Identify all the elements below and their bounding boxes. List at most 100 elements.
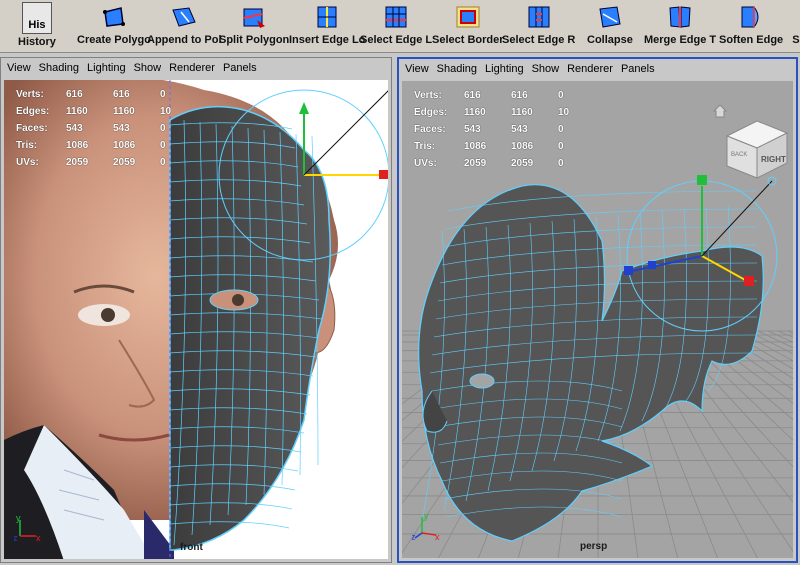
hud-row: Faces: 543 543 0 [16,120,180,137]
viewport-front[interactable]: Verts: 616 616 0 Edges: 1160 1160 10 Faces: 543 54… [4,80,388,559]
menu-show[interactable]: Show [532,63,560,75]
hud-value: 543 [464,124,481,135]
shelf-button-history[interactable]: His History [18,2,56,51]
menu-shading[interactable]: Shading [39,62,79,74]
hud-row: Edges: 1160 1160 10 [414,104,578,121]
menu-show[interactable]: Show [134,62,162,74]
camera-label-persp: persp [580,541,608,552]
panel-menubar: View Shading Lighting Show Renderer Pane… [1,58,391,78]
hud-row: Verts: 616 616 0 [16,86,180,103]
append-polygon-icon [171,2,197,32]
hud-value: 1160 [66,106,88,117]
hud-label: Faces: [16,123,48,134]
panel-menubar: View Shading Lighting Show Renderer Pane… [399,59,796,79]
collapse-icon [597,2,623,32]
svg-text:z: z [412,532,416,541]
polygon-shelf: His History Create Polygo Append to Pol … [0,0,800,53]
hud-value: 10 [558,107,570,118]
hud-row: UVs: 2059 2059 0 [16,154,180,171]
hud-value: 616 [464,90,481,101]
panel-persp[interactable]: View Shading Lighting Show Renderer Pane… [397,57,798,563]
select-border-icon [455,2,481,32]
hud-value: 616 [113,89,130,100]
hud-label: Tris: [414,141,436,152]
hud-value: 0 [160,157,166,168]
menu-renderer[interactable]: Renderer [169,62,215,74]
hud-value: 0 [160,89,166,100]
hud-value: 2059 [66,157,89,168]
hud-value: 1160 [464,107,486,118]
menu-renderer[interactable]: Renderer [567,63,613,75]
axis-indicator-persp: y z x [411,511,442,546]
menu-shading[interactable]: Shading [437,63,477,75]
svg-text:x: x [435,532,440,541]
soften-edge-icon [738,2,764,32]
hud-value: 2059 [464,158,487,169]
panel-front[interactable]: View Shading Lighting Show Renderer Pane… [0,57,392,563]
hud-value: 0 [558,90,564,101]
shelf-button-select-border[interactable]: Select Border [432,2,504,51]
hud-label: UVs: [16,157,39,168]
select-edge-loop-icon [383,2,409,32]
hud-label: Edges: [414,107,448,118]
hud-value: 616 [66,89,83,100]
hud-value: 10 [160,106,172,117]
hud-value: 1086 [464,141,487,152]
menu-lighting[interactable]: Lighting [485,63,524,75]
shelf-button-collapse[interactable]: Collapse [587,2,633,51]
menu-lighting[interactable]: Lighting [87,62,126,74]
polygon-mesh-persp [418,184,764,542]
hud-value: 543 [66,123,83,134]
hud-row: UVs: 2059 2059 0 [414,155,578,172]
hud-label: Verts: [414,90,442,101]
hud-value: 1086 [113,140,136,151]
axis-indicator-front: y z x [13,512,44,547]
hud-value: 1160 [511,107,533,118]
view-cube[interactable]: RIGHT BACK [725,120,789,179]
hud-value: 543 [511,124,528,135]
poly-count-hud: Verts: 616 616 0 Edges: 1160 1160 10 Faces: 543 54… [414,87,578,172]
hud-label: Edges: [16,106,50,117]
shelf-button-script[interactable]: Sc [786,2,800,51]
script-icon [786,2,800,32]
split-polygon-icon [241,2,267,32]
hud-value: 0 [558,124,564,135]
merge-edge-icon [667,2,693,32]
hud-value: 616 [511,90,528,101]
hud-value: 0 [160,123,166,134]
create-polygon-icon [101,2,127,32]
shelf-button-insert-edge-loop[interactable]: Insert Edge Lo [289,2,365,51]
hud-row: Tris: 1086 1086 0 [16,137,180,154]
hud-row: Tris: 1086 1086 0 [414,138,578,155]
shelf-button-select-edge-ring[interactable]: Select Edge R [502,2,575,51]
polygon-mesh-front [169,80,331,559]
svg-text:RIGHT: RIGHT [761,155,786,164]
hud-value: 1160 [113,106,135,117]
menu-panels[interactable]: Panels [223,62,257,74]
viewport-persp[interactable]: RIGHT BACK Verts: 616 616 0 Edges: 1160 1160 10… [402,81,793,558]
shelf-button-append-polygon[interactable]: Append to Pol [147,2,222,51]
hud-value: 1086 [511,141,534,152]
hud-label: UVs: [414,158,437,169]
shelf-button-split-polygon[interactable]: Split Polygon [219,2,289,51]
hud-row: Verts: 616 616 0 [414,87,578,104]
home-icon[interactable] [712,104,728,118]
hud-row: Edges: 1160 1160 10 [16,103,180,120]
menu-panels[interactable]: Panels [621,63,655,75]
select-edge-ring-icon [526,2,552,32]
hud-label: Tris: [16,140,38,151]
poly-count-hud: Verts: 616 616 0 Edges: 1160 1160 10 Faces: 543 54… [16,86,180,171]
maya-window: His History Create Polygo Append to Pol … [0,0,800,565]
camera-label-front: front [180,542,203,553]
insert-edge-loop-icon [314,2,340,32]
shelf-button-soften-edge[interactable]: Soften Edge [719,2,783,51]
svg-text:z: z [14,533,18,542]
shelf-button-create-polygon[interactable]: Create Polygo [77,2,151,51]
hud-row: Faces: 543 543 0 [414,121,578,138]
menu-view[interactable]: View [405,63,429,75]
shelf-button-merge-edge[interactable]: Merge Edge T [644,2,716,51]
svg-text:y: y [424,511,429,521]
menu-view[interactable]: View [7,62,31,74]
shelf-button-select-edge-loop[interactable]: Select Edge L [360,2,432,51]
hud-label: Verts: [16,89,44,100]
